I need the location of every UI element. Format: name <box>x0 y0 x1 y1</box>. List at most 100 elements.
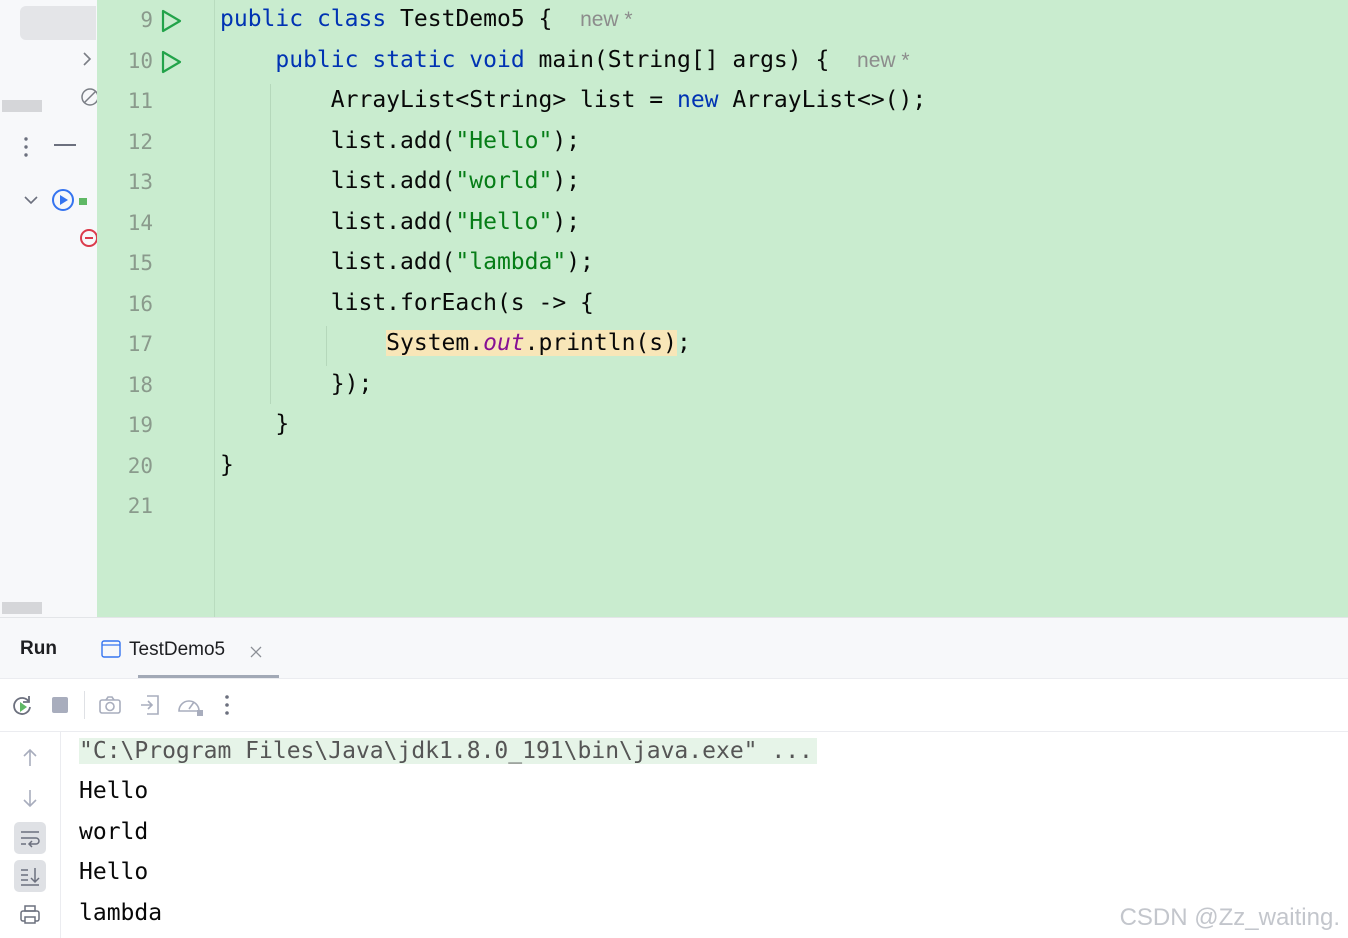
scrollbar-thumb[interactable] <box>2 100 42 112</box>
stop-icon[interactable] <box>48 693 72 717</box>
project-panel-strip <box>0 0 99 617</box>
code-line[interactable]: list.add("Hello"); <box>220 128 580 154</box>
chevron-right-icon[interactable] <box>80 50 94 72</box>
code-token: public <box>275 46 359 73</box>
code-token: "Hello" <box>455 127 553 154</box>
code-token: } <box>220 411 290 437</box>
panel-tab-stub[interactable] <box>20 6 96 40</box>
line-number: 12 <box>127 129 153 154</box>
code-token: ArrayList<>(); <box>718 87 927 113</box>
code-token: ); <box>552 127 581 154</box>
code-token: ); <box>566 249 594 275</box>
code-token: list.forEach(s -> { <box>220 289 594 316</box>
code-token: list.add( <box>220 127 456 154</box>
code-token: list.add( <box>220 208 456 235</box>
code-line[interactable]: public class TestDemo5 { new * <box>220 6 633 32</box>
gutter-separator <box>214 0 215 617</box>
tab-label: TestDemo5 <box>129 639 226 660</box>
tab-testdemo5[interactable]: TestDemo5 <box>98 618 279 678</box>
line-number: 18 <box>127 372 153 397</box>
code-token: "world" <box>455 168 553 194</box>
console-line: world <box>79 818 149 845</box>
disabled-icon[interactable] <box>80 86 99 112</box>
run-gutter-icon[interactable] <box>159 49 183 75</box>
code-token: ArrayList<String> list = <box>220 87 677 113</box>
author-hint: new * <box>857 48 910 72</box>
tab-underline <box>138 675 279 678</box>
run-header: Run TestDemo5 <box>0 618 1348 679</box>
soft-wrap-icon[interactable] <box>14 822 46 854</box>
code-token: .println(s) <box>524 330 677 356</box>
code-token: list.add( <box>220 168 456 194</box>
line-number: 20 <box>127 453 153 478</box>
code-line[interactable]: }); <box>220 370 373 397</box>
code-token: "Hello" <box>455 208 553 235</box>
code-token: public <box>220 6 304 32</box>
code-token: new <box>676 87 719 113</box>
code-line[interactable]: System.out.println(s); <box>220 330 691 356</box>
code-line[interactable]: list.add("Hello"); <box>220 209 580 235</box>
code-token: }); <box>220 370 373 397</box>
minimize-icon[interactable] <box>54 144 76 146</box>
chevron-down-icon[interactable] <box>22 192 40 211</box>
code-token: main(String[] args) { <box>524 46 858 73</box>
code-line[interactable]: } <box>220 452 234 478</box>
print-icon[interactable] <box>14 898 46 930</box>
code-token: } <box>220 451 234 478</box>
code-token: "lambda" <box>455 249 567 275</box>
code-token: ; <box>676 330 691 356</box>
line-number: 11 <box>127 89 153 113</box>
code-token: ); <box>552 168 581 194</box>
more-icon[interactable] <box>222 693 246 717</box>
toolbar-separator <box>84 691 85 719</box>
code-line[interactable]: } <box>220 411 289 437</box>
exit-icon[interactable] <box>138 693 162 717</box>
scroll-down-icon[interactable] <box>14 782 46 814</box>
close-icon[interactable] <box>250 643 262 662</box>
line-number: 21 <box>127 494 153 518</box>
scrollbar-thumb-bottom[interactable] <box>2 602 42 614</box>
code-token: static <box>372 46 456 73</box>
line-number: 15 <box>127 251 153 275</box>
line-number: 19 <box>127 413 153 437</box>
code-token: System. <box>386 330 484 356</box>
code-line[interactable]: list.forEach(s -> { <box>220 290 594 316</box>
code-line[interactable]: list.add("lambda"); <box>220 249 594 275</box>
console-line: Hello <box>79 859 149 885</box>
code-line[interactable]: ArrayList<String> list = new ArrayList<>… <box>220 87 926 113</box>
run-title: Run <box>20 638 57 659</box>
run-toolbar <box>0 679 1348 732</box>
scroll-up-icon[interactable] <box>14 742 46 774</box>
code-token: list.add( <box>220 249 456 275</box>
profiler-icon[interactable] <box>176 693 203 717</box>
line-number: 14 <box>127 210 153 235</box>
error-test-icon[interactable] <box>78 226 98 254</box>
author-hint: new * <box>580 8 633 31</box>
more-vertical-icon[interactable] <box>20 136 32 162</box>
scroll-to-end-icon[interactable] <box>14 860 46 892</box>
camera-icon[interactable] <box>98 693 122 717</box>
line-number: 13 <box>127 170 153 194</box>
code-token: out <box>483 330 525 356</box>
console-tab-icon <box>101 640 121 662</box>
run-config-icon[interactable] <box>51 187 91 217</box>
code-token: void <box>469 46 525 73</box>
run-gutter-icon[interactable] <box>159 8 183 34</box>
line-number: 16 <box>127 291 153 316</box>
line-number: 10 <box>127 48 153 73</box>
run-tool-window: Run TestDemo5 "C:\Program Files\Java\jdk… <box>0 617 1348 938</box>
code-token: TestDemo5 { <box>386 6 581 32</box>
line-number: 9 <box>140 8 153 32</box>
line-number: 17 <box>127 332 153 356</box>
code-token: class <box>316 6 387 32</box>
code-line[interactable]: list.add("world"); <box>220 168 580 194</box>
code-line[interactable]: public static void main(String[] args) {… <box>220 46 910 73</box>
code-editor[interactable]: 9 public class TestDemo5 { new * 10 public… <box>97 0 1348 617</box>
watermark: CSDN @Zz_waiting. <box>1119 904 1340 931</box>
rerun-icon[interactable] <box>10 693 34 717</box>
console-command-line: "C:\Program Files\Java\jdk1.8.0_191\bin\… <box>79 738 817 764</box>
console-line: lambda <box>79 899 163 926</box>
